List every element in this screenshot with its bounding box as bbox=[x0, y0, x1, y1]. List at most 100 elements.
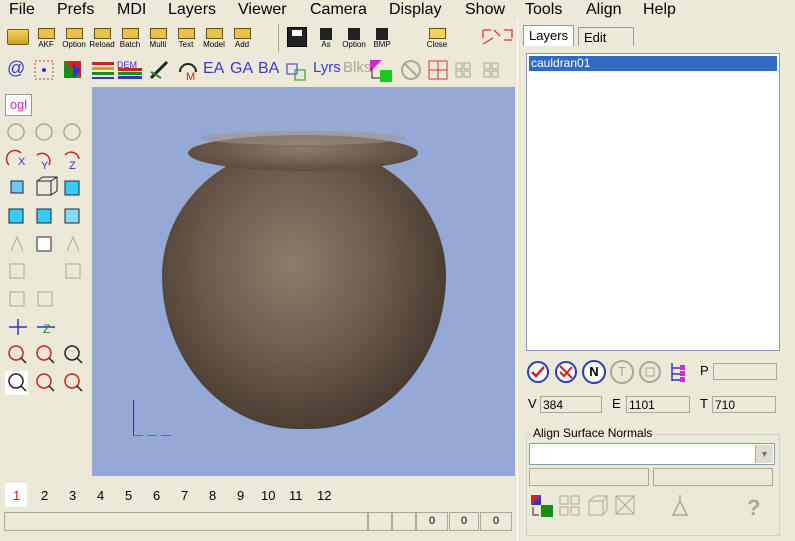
flip-icons[interactable]: Z bbox=[5, 315, 90, 341]
align-group: Align Surface Normals ▼ ? bbox=[526, 426, 780, 536]
scale-disabled-icons[interactable] bbox=[5, 259, 90, 285]
close-button[interactable]: Close bbox=[424, 25, 450, 52]
color-triangle-icon[interactable] bbox=[61, 58, 87, 82]
cube-view-icons-2[interactable] bbox=[5, 203, 90, 229]
page-5[interactable]: 5 bbox=[125, 488, 132, 503]
disabled-grid-icons[interactable] bbox=[453, 58, 513, 82]
ogl-button[interactable]: ogl bbox=[5, 94, 32, 116]
folder-open-icon bbox=[7, 29, 29, 45]
align-grid-disabled-icon[interactable] bbox=[557, 493, 583, 519]
menu-mdi[interactable]: MDI bbox=[117, 0, 146, 20]
align-field-2[interactable] bbox=[653, 468, 773, 486]
menu-display[interactable]: Display bbox=[389, 0, 441, 20]
menu-camera[interactable]: Camera bbox=[310, 0, 367, 20]
page-2[interactable]: 2 bbox=[41, 488, 48, 503]
zoom-step-icons[interactable] bbox=[5, 371, 90, 397]
menu-prefs[interactable]: Prefs bbox=[57, 0, 94, 20]
menu-viewer[interactable]: Viewer bbox=[238, 0, 287, 20]
page-10[interactable]: 10 bbox=[261, 488, 275, 503]
add-button[interactable]: Add bbox=[229, 25, 255, 52]
svg-text:X: X bbox=[18, 156, 26, 168]
add-label: Add bbox=[234, 40, 250, 49]
rotate-axis-icons[interactable]: X Y Z bbox=[5, 147, 90, 173]
page-12[interactable]: 12 bbox=[317, 488, 331, 503]
page-7[interactable]: 7 bbox=[181, 488, 188, 503]
toolbar-separator bbox=[278, 24, 279, 52]
bottom-bar: 1 2 3 4 5 6 7 8 9 10 11 12 0 0 0 bbox=[0, 478, 515, 541]
anchor-disabled-icon[interactable] bbox=[667, 493, 693, 519]
pen-icon[interactable] bbox=[147, 58, 173, 82]
vertices-field: 384 bbox=[540, 396, 602, 413]
at-icon[interactable]: @ bbox=[7, 58, 25, 78]
bmp-button[interactable]: BMP bbox=[369, 25, 395, 52]
ea-button[interactable]: EA bbox=[203, 59, 224, 79]
triangles-label: T bbox=[700, 396, 708, 411]
align-cube-disabled-icon[interactable] bbox=[585, 493, 611, 519]
svg-text:Y: Y bbox=[41, 160, 49, 172]
ba-button[interactable]: BA bbox=[258, 59, 279, 79]
menu-layers[interactable]: Layers bbox=[168, 0, 216, 20]
menu-tools[interactable]: Tools bbox=[525, 0, 562, 20]
status-value-1: 0 bbox=[416, 512, 448, 531]
grid-select-icon[interactable] bbox=[32, 58, 58, 82]
page-3[interactable]: 3 bbox=[69, 488, 76, 503]
triangles-field: 710 bbox=[712, 396, 776, 413]
floppy-icon bbox=[287, 27, 307, 47]
headphone-icon[interactable]: M bbox=[176, 58, 202, 82]
menu-show[interactable]: Show bbox=[465, 0, 505, 20]
page-4[interactable]: 4 bbox=[97, 488, 104, 503]
toolbar-main: AKF Option Reload Batch Multi Text Model… bbox=[0, 22, 517, 54]
align-box-disabled-icon[interactable] bbox=[613, 493, 639, 519]
status-value-3: 0 bbox=[480, 512, 512, 531]
cancel-icon[interactable] bbox=[554, 360, 578, 384]
cube-stack-icon[interactable] bbox=[284, 58, 310, 82]
bmp-label: BMP bbox=[373, 40, 391, 49]
cube-view-icons-1[interactable] bbox=[5, 175, 90, 201]
align-color-icon[interactable] bbox=[529, 493, 555, 519]
cube-view-icons-3[interactable] bbox=[5, 231, 90, 257]
menu-file[interactable]: File bbox=[9, 0, 35, 20]
page-1[interactable]: 1 bbox=[13, 488, 20, 503]
p-field[interactable] bbox=[713, 363, 777, 380]
align-select[interactable]: ▼ bbox=[529, 443, 775, 465]
help-icon[interactable]: ? bbox=[747, 495, 760, 521]
menu-align[interactable]: Align bbox=[586, 0, 622, 20]
page-9[interactable]: 9 bbox=[237, 488, 244, 503]
status-cell bbox=[368, 512, 392, 531]
folder-icon bbox=[38, 28, 55, 39]
node-grid-icon[interactable] bbox=[426, 58, 450, 82]
layers-list[interactable]: cauldran01 bbox=[526, 53, 780, 351]
move-disabled-icons[interactable] bbox=[5, 287, 90, 313]
y-axis-indicator bbox=[133, 400, 134, 436]
page-8[interactable]: 8 bbox=[209, 488, 216, 503]
tab-edit[interactable]: Edit bbox=[578, 27, 634, 46]
align-field-1[interactable] bbox=[529, 468, 649, 486]
p-label: P bbox=[700, 363, 709, 378]
texture-button[interactable]: T bbox=[610, 360, 634, 384]
tree-icon[interactable] bbox=[666, 360, 690, 384]
chevron-down-icon[interactable]: ▼ bbox=[755, 445, 773, 463]
ga-button[interactable]: GA bbox=[230, 59, 253, 79]
menu-help[interactable]: Help bbox=[643, 0, 676, 20]
check-icon[interactable] bbox=[526, 360, 550, 384]
align-group-title: Align Surface Normals bbox=[531, 426, 655, 440]
cauldron-lip bbox=[200, 131, 406, 145]
transform-icons[interactable] bbox=[480, 26, 516, 52]
disabled-icon[interactable] bbox=[399, 58, 423, 82]
svg-text:M: M bbox=[186, 71, 195, 82]
page-6[interactable]: 6 bbox=[153, 488, 160, 503]
page-11[interactable]: 11 bbox=[289, 488, 303, 503]
tab-layers[interactable]: Layers bbox=[523, 25, 575, 46]
zoom-icons[interactable] bbox=[5, 343, 90, 369]
lyrs-button[interactable]: Lyrs bbox=[313, 58, 341, 78]
layer-item[interactable]: cauldran01 bbox=[529, 56, 777, 71]
rotate-disabled-icons[interactable] bbox=[5, 120, 90, 144]
color-swap-icon[interactable] bbox=[368, 58, 394, 84]
color-bands-icon[interactable] bbox=[90, 60, 116, 80]
close-label: Close bbox=[426, 40, 448, 49]
normals-button[interactable]: N bbox=[582, 360, 606, 384]
layers-panel: Layers Edit cauldran01 N T P V 384 E 110… bbox=[517, 20, 795, 541]
disabled-circle-icon[interactable] bbox=[638, 360, 662, 384]
3d-viewport[interactable] bbox=[92, 87, 515, 476]
folder-icon bbox=[429, 28, 446, 39]
